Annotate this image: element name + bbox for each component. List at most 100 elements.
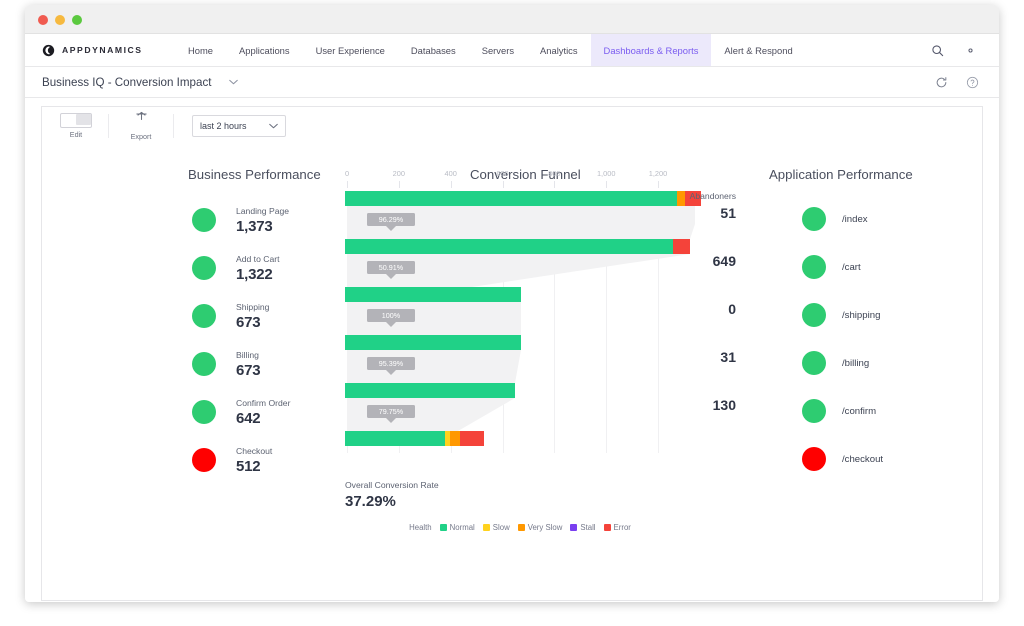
- dashboard-canvas: Business Performance Conversion Funnel A…: [41, 145, 983, 601]
- abandoners-header: Abandoners: [666, 191, 736, 201]
- status-indicator-red: [192, 448, 216, 472]
- funnel-bar-add-to-cart[interactable]: [345, 239, 690, 254]
- conversion-badge-3: 100%: [367, 309, 415, 322]
- nav-item-user-experience[interactable]: User Experience: [303, 34, 398, 66]
- axis-tick-label: 800: [548, 169, 560, 178]
- nav-item-alert-and-respond[interactable]: Alert & Respond: [711, 34, 805, 66]
- app-row-cart[interactable]: /cart: [802, 255, 861, 279]
- nav-icon-group: [931, 34, 999, 66]
- legend-item-stall[interactable]: Stall: [570, 523, 595, 532]
- business-row-confirm-order[interactable]: Confirm Order 642: [192, 389, 290, 435]
- funnel-plot-area: 96.29% 50.91% 100%: [345, 191, 695, 453]
- funnel-bar-billing[interactable]: [345, 335, 521, 350]
- dashboard-selector-chevron-down-icon[interactable]: [229, 79, 238, 85]
- funnel-bar-shipping[interactable]: [345, 287, 521, 302]
- funnel-bar-landing-page[interactable]: [345, 191, 701, 206]
- app-row-billing[interactable]: /billing: [802, 351, 869, 375]
- business-row-add-to-cart[interactable]: Add to Cart 1,322: [192, 245, 279, 291]
- legend-item-normal[interactable]: Normal: [440, 523, 475, 532]
- export-button[interactable]: Export: [115, 109, 167, 143]
- business-metric-value: 1,373: [236, 218, 289, 235]
- status-indicator-green: [192, 208, 216, 232]
- legend-label: Normal: [450, 523, 475, 532]
- status-indicator-green: [192, 304, 216, 328]
- axis-tick: [658, 181, 659, 188]
- legend-label: Stall: [580, 523, 595, 532]
- legend-label: Error: [614, 523, 631, 532]
- legend-swatch-very-slow: [518, 524, 525, 531]
- business-metric-name: Confirm Order: [236, 398, 290, 408]
- funnel-bar-confirm-order[interactable]: [345, 383, 515, 398]
- axis-tick-label: 200: [393, 169, 405, 178]
- abandoners-value: 31: [666, 349, 736, 365]
- business-metric-value: 1,322: [236, 266, 279, 283]
- toolbar-divider-2: [173, 114, 174, 138]
- app-row-index[interactable]: /index: [802, 207, 868, 231]
- business-row-billing[interactable]: Billing 673: [192, 341, 260, 387]
- axis-tick-label: 400: [445, 169, 457, 178]
- status-indicator-green: [192, 352, 216, 376]
- segment-normal: [345, 431, 445, 446]
- business-row-checkout[interactable]: Checkout 512: [192, 437, 272, 483]
- nav-item-home[interactable]: Home: [175, 34, 226, 66]
- legend-swatch-slow: [483, 524, 490, 531]
- app-row-confirm[interactable]: /confirm: [802, 399, 876, 423]
- business-metric-name: Landing Page: [236, 206, 289, 216]
- export-upload-icon: [134, 111, 149, 130]
- help-icon[interactable]: [966, 76, 979, 89]
- nav-item-databases[interactable]: Databases: [398, 34, 469, 66]
- maximize-window-button[interactable]: [72, 15, 82, 25]
- close-window-button[interactable]: [38, 15, 48, 25]
- dashboard-toolbar: Edit Export: [41, 106, 983, 145]
- app-endpoint-name: /confirm: [842, 406, 876, 417]
- app-endpoint-name: /cart: [842, 262, 861, 273]
- axis-tick: [399, 181, 400, 188]
- window-controls[interactable]: [38, 15, 82, 25]
- status-indicator-green: [802, 255, 826, 279]
- overall-conversion-rate: Overall Conversion Rate 37.29%: [345, 480, 439, 510]
- dashboard-actions: [935, 76, 999, 89]
- segment-normal: [345, 191, 677, 206]
- window-titlebar: [25, 5, 999, 34]
- app-row-checkout[interactable]: /checkout: [802, 447, 883, 471]
- axis-tick: [503, 181, 504, 188]
- segment-normal: [345, 383, 515, 398]
- page-title: Business IQ - Conversion Impact: [25, 76, 211, 89]
- health-legend: Health Normal Slow Very Slow: [345, 523, 695, 532]
- nav-item-applications[interactable]: Applications: [226, 34, 303, 66]
- status-indicator-green: [802, 207, 826, 231]
- time-range-select[interactable]: last 2 hours: [192, 115, 286, 137]
- edit-label: Edit: [70, 130, 82, 139]
- business-row-landing-page[interactable]: Landing Page 1,373: [192, 197, 289, 243]
- edit-toggle-track[interactable]: [60, 113, 92, 128]
- nav-item-servers[interactable]: Servers: [469, 34, 527, 66]
- business-row-shipping[interactable]: Shipping 673: [192, 293, 269, 339]
- nav-item-dashboards-and-reports[interactable]: Dashboards & Reports: [591, 34, 712, 66]
- funnel-bar-checkout[interactable]: [345, 431, 484, 446]
- conversion-badge-1: 96.29%: [367, 213, 415, 226]
- nav-item-analytics[interactable]: Analytics: [527, 34, 591, 66]
- toolbar-container: Edit Export: [25, 98, 999, 145]
- app-endpoint-name: /checkout: [842, 454, 883, 465]
- app-row-shipping[interactable]: /shipping: [802, 303, 880, 327]
- funnel-x-axis: 0 200 400 600 800 1,000 1,200: [345, 169, 695, 191]
- edit-toggle[interactable]: Edit: [50, 111, 102, 141]
- legend-item-error[interactable]: Error: [604, 523, 631, 532]
- business-metric-name: Shipping: [236, 302, 269, 312]
- axis-tick: [451, 181, 452, 188]
- appdynamics-mark-icon: [42, 44, 55, 57]
- axis-tick: [554, 181, 555, 188]
- app-endpoint-name: /index: [842, 214, 868, 225]
- legend-item-very-slow[interactable]: Very Slow: [518, 523, 563, 532]
- appdynamics-logo[interactable]: APPDYNAMICS: [25, 34, 175, 66]
- abandoners-value: 130: [666, 397, 736, 413]
- gear-icon[interactable]: [964, 44, 977, 57]
- search-icon[interactable]: [931, 44, 944, 57]
- business-metric-name: Billing: [236, 350, 260, 360]
- segment-error: [673, 239, 690, 254]
- business-metric-value: 673: [236, 314, 269, 331]
- refresh-icon[interactable]: [935, 76, 948, 89]
- minimize-window-button[interactable]: [55, 15, 65, 25]
- legend-swatch-error: [604, 524, 611, 531]
- legend-item-slow[interactable]: Slow: [483, 523, 510, 532]
